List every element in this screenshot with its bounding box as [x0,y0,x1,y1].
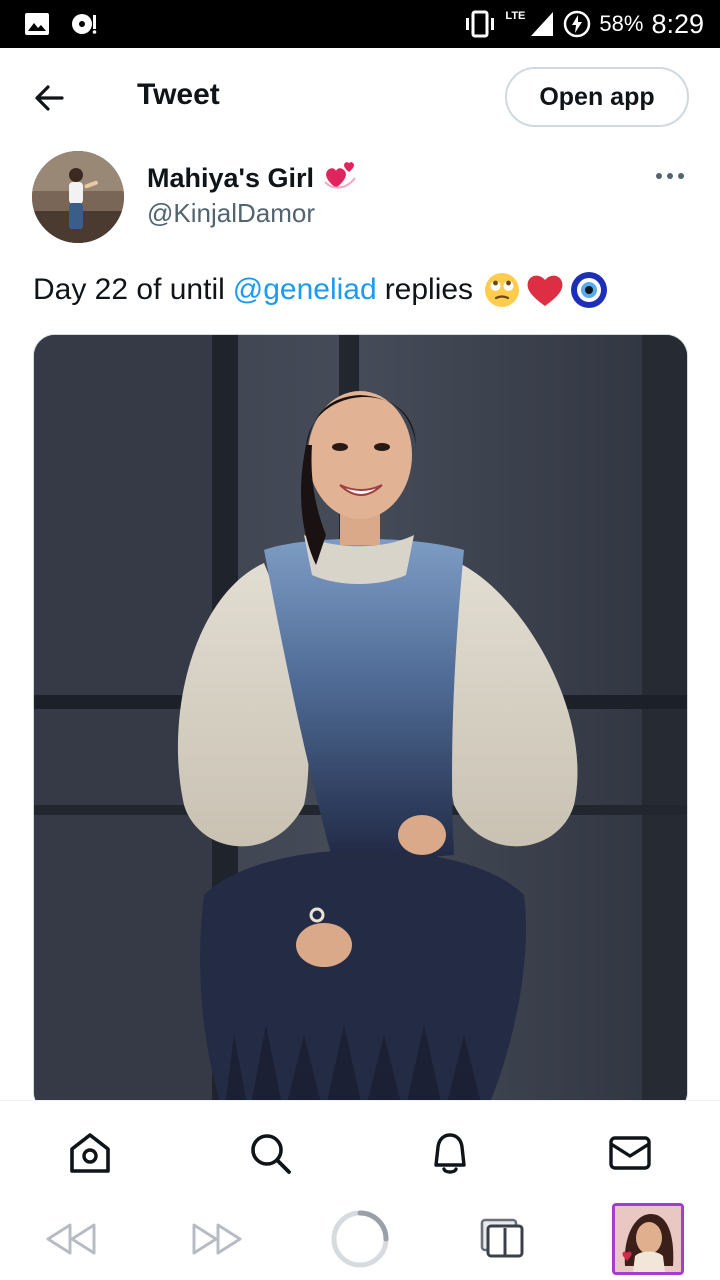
author-name[interactable]: Mahiya's Girl [147,158,358,199]
bottom-navigation [0,1100,720,1198]
image-icon [24,12,50,36]
clock: 8:29 [651,8,704,39]
battery-icon [563,10,591,38]
tabs-icon [480,1218,524,1258]
browser-tabs-button[interactable] [478,1208,528,1270]
tweet-text-start: Day 22 of until [33,273,225,306]
messages-icon [609,1136,651,1170]
red-heart-icon [527,275,563,306]
forward-icon [192,1223,242,1255]
browser-back-button[interactable] [44,1208,98,1270]
more-options-button[interactable] [652,164,688,188]
notifications-icon [434,1133,466,1174]
open-app-button[interactable]: Open app [505,67,689,127]
tweet-photo[interactable] [33,334,688,1114]
nav-search-button[interactable] [246,1129,294,1177]
face-with-rolling-eyes-icon [485,273,520,307]
nav-home-button[interactable] [66,1129,114,1177]
display-name: Mahiya's Girl [147,163,314,193]
username[interactable]: @KinjalDamor [147,198,315,229]
more-icon [656,173,684,179]
battery-percent: 58% [599,11,644,36]
status-bar: LTE 58% 8:29 [0,0,720,48]
home-icon [70,1133,110,1173]
tweet-header: Tweet Open app [0,48,720,144]
current-tab-thumbnail[interactable] [612,1203,684,1275]
browser-forward-button[interactable] [190,1208,244,1270]
media-icon [68,12,98,36]
back-button[interactable] [28,76,72,120]
arrow-left-icon [35,85,64,111]
search-icon [251,1134,291,1174]
revolving-hearts-icon [322,158,358,199]
browser-toolbar [0,1198,720,1280]
page-title: Tweet [137,78,220,111]
signal-icon [529,10,555,38]
emoji-group [483,270,609,310]
tweet-text-end: replies [384,273,474,306]
tweet-text: Day 22 of until @geneliad replies [33,270,609,310]
browser-reload-button[interactable] [328,1208,392,1270]
vibrate-icon [463,10,497,38]
back-icon [46,1223,96,1255]
nav-notifications-button[interactable] [426,1129,474,1177]
loading-icon [331,1210,389,1268]
avatar[interactable] [32,151,124,243]
nav-messages-button[interactable] [606,1129,654,1177]
nazar-amulet-icon [571,272,608,308]
network-type: LTE [505,10,526,22]
mention-link[interactable]: @geneliad [233,273,377,307]
